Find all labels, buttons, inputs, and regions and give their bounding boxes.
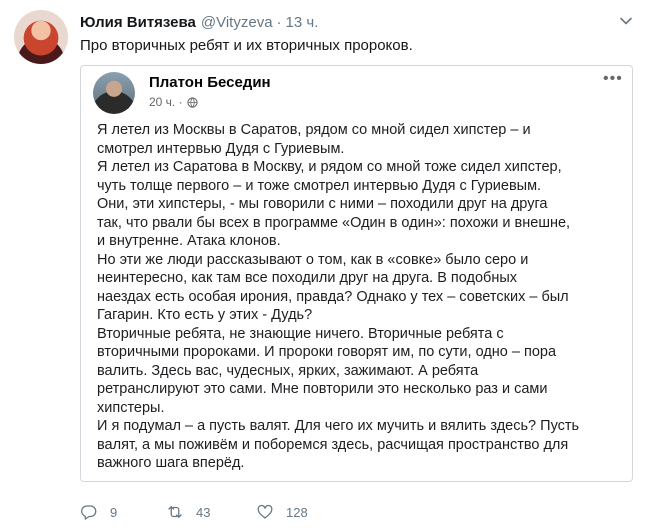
post-text-line: смотрел интервью Дудя с Гуриевым.	[97, 140, 345, 157]
like-count: 128	[286, 504, 308, 520]
heart-icon	[257, 504, 273, 519]
post-author-name: Платон Беседин	[149, 74, 271, 91]
post-text-line: валить. Здесь вас, чудесных, ярких, зажи…	[97, 362, 479, 379]
post-text-line: валят, а мы поживём и поборемся здесь, р…	[97, 436, 569, 453]
post-text-line: Я летел из Саратова в Москву, и рядом со…	[97, 159, 562, 175]
retweet-icon	[168, 506, 182, 518]
post-text-line: И я подумал – а пусть валят. Для чего их…	[97, 418, 580, 434]
separator: ·	[276, 13, 282, 31]
author-name[interactable]: Юлия Витязева	[80, 14, 196, 31]
post-time: 20 ч. ·	[149, 95, 183, 109]
author-handle[interactable]: @Vityzeva	[201, 14, 273, 31]
globe-icon	[186, 96, 198, 108]
more-options-icon: •••	[603, 70, 623, 87]
post-text-line: чуть толще первого – и тоже смотрел инте…	[97, 177, 542, 194]
retweet-count: 43	[196, 504, 211, 520]
post-meta: 20 ч. ·	[149, 95, 198, 109]
post-text-line: Гагарин. Кто есть у этих - Дудь?	[97, 307, 313, 323]
post-text-line: наездах есть особая ирония, правда? Одна…	[97, 288, 569, 305]
tweet: Юлия Витязева @Vityzeva · 13 ч. Про втор…	[0, 0, 645, 532]
attached-image[interactable]: Платон Беседин 20 ч. · ••• Я летел из Мо…	[80, 65, 633, 482]
chevron-down-icon[interactable]	[619, 14, 633, 28]
tweet-header: Юлия Витязева @Vityzeva · 13 ч.	[80, 12, 318, 32]
reply-count: 9	[110, 504, 118, 520]
post-text-line: вторичными пророками. И пророки говорят …	[97, 344, 557, 360]
post-text-line: Они, эти хипстеры, - мы говорили с ними …	[97, 196, 548, 212]
post-body: Я летел из Москвы в Саратов, рядом со мн…	[97, 121, 627, 473]
post-text-line: Я летел из Москвы в Саратов, рядом со мн…	[97, 122, 531, 138]
post-text-line: ретранслируют это сами. Мне повторили эт…	[97, 381, 548, 397]
post-text-line: хипстеры.	[97, 399, 165, 416]
post-text-line: неинтересно, как там все походили друг н…	[97, 270, 518, 286]
like-button[interactable]: 128	[256, 503, 308, 521]
post-text-line: и внутренне. Атака клонов.	[97, 233, 281, 249]
post-text-line: Но эти же люди рассказывают о том, как в…	[97, 251, 529, 268]
reply-button[interactable]: 9	[80, 503, 117, 521]
retweet-button[interactable]: 43	[166, 503, 210, 521]
author-avatar[interactable]	[14, 10, 68, 64]
post-author-avatar	[93, 72, 135, 114]
tweet-time[interactable]: 13 ч.	[286, 14, 319, 31]
tweet-text: Про вторичных ребят и их вторичных проро…	[80, 37, 413, 54]
post-text-line: Вторичные ребята, не знающие ничего. Вто…	[97, 325, 504, 342]
post-text-line: так, что рвали бы всех в программе «Один…	[97, 214, 571, 231]
post-text-line: важного шага вперёд.	[97, 455, 245, 471]
reply-icon	[81, 505, 97, 520]
